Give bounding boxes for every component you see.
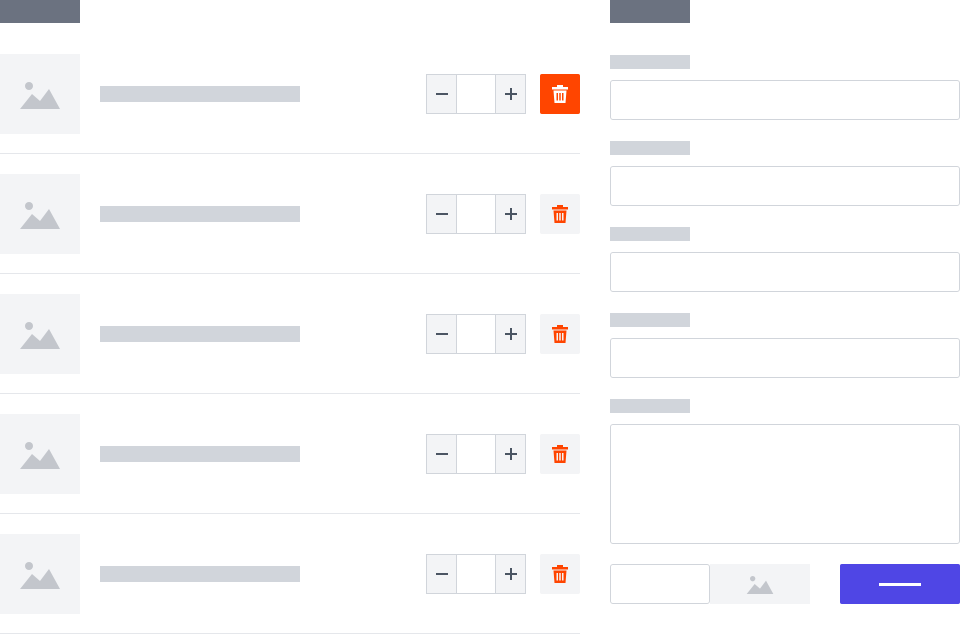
minus-icon bbox=[435, 333, 448, 335]
product-thumbnail bbox=[0, 174, 80, 254]
cart-item-list bbox=[0, 34, 580, 634]
form-text-field[interactable] bbox=[610, 166, 960, 206]
quantity-input[interactable] bbox=[457, 555, 495, 593]
trash-icon bbox=[552, 565, 568, 583]
product-name-placeholder bbox=[100, 326, 300, 342]
decrease-quantity-button[interactable] bbox=[427, 75, 457, 113]
minus-icon bbox=[435, 453, 448, 455]
decrease-quantity-button[interactable] bbox=[427, 555, 457, 593]
field-label-placeholder bbox=[610, 399, 690, 413]
field-label-placeholder bbox=[610, 55, 690, 69]
trash-icon bbox=[552, 85, 568, 103]
quantity-stepper bbox=[426, 194, 526, 234]
delete-item-button[interactable] bbox=[540, 314, 580, 354]
minus-icon bbox=[435, 213, 448, 215]
trash-icon bbox=[552, 205, 568, 223]
cart-item bbox=[0, 34, 580, 154]
product-name-placeholder bbox=[100, 446, 300, 462]
product-thumbnail bbox=[0, 54, 80, 134]
product-thumbnail bbox=[0, 534, 80, 614]
quantity-stepper bbox=[426, 554, 526, 594]
submit-label-placeholder bbox=[879, 582, 921, 586]
cart-item bbox=[0, 514, 580, 634]
delete-item-button[interactable] bbox=[540, 434, 580, 474]
form-section-header bbox=[610, 0, 690, 23]
message-textarea[interactable] bbox=[610, 424, 960, 544]
decrease-quantity-button[interactable] bbox=[427, 435, 457, 473]
plus-icon bbox=[504, 88, 517, 100]
field-label-placeholder bbox=[610, 227, 690, 241]
increase-quantity-button[interactable] bbox=[495, 555, 525, 593]
captcha-code-input[interactable] bbox=[610, 564, 710, 604]
plus-icon bbox=[504, 328, 517, 340]
cart-item bbox=[0, 394, 580, 514]
decrease-quantity-button[interactable] bbox=[427, 195, 457, 233]
image-placeholder-icon bbox=[20, 82, 60, 109]
image-placeholder-icon bbox=[20, 562, 60, 589]
field-label-placeholder bbox=[610, 141, 690, 155]
form-text-field[interactable] bbox=[610, 252, 960, 292]
product-thumbnail bbox=[0, 414, 80, 494]
product-name-placeholder bbox=[100, 206, 300, 222]
increase-quantity-button[interactable] bbox=[495, 315, 525, 353]
decrease-quantity-button[interactable] bbox=[427, 315, 457, 353]
delete-item-button[interactable] bbox=[540, 554, 580, 594]
captcha-image bbox=[710, 564, 810, 604]
quantity-input[interactable] bbox=[457, 435, 495, 473]
plus-icon bbox=[504, 568, 517, 580]
plus-icon bbox=[504, 208, 517, 220]
increase-quantity-button[interactable] bbox=[495, 195, 525, 233]
image-placeholder-icon bbox=[20, 322, 60, 349]
cart-section-header bbox=[0, 0, 80, 23]
form-text-field[interactable] bbox=[610, 338, 960, 378]
field-label-placeholder bbox=[610, 313, 690, 327]
image-placeholder-icon bbox=[20, 202, 60, 229]
cart-item bbox=[0, 274, 580, 394]
plus-icon bbox=[504, 448, 517, 460]
quantity-stepper bbox=[426, 434, 526, 474]
increase-quantity-button[interactable] bbox=[495, 435, 525, 473]
trash-icon bbox=[552, 445, 568, 463]
delete-item-button[interactable] bbox=[540, 194, 580, 234]
product-name-placeholder bbox=[100, 566, 300, 582]
quantity-input[interactable] bbox=[457, 75, 495, 113]
image-placeholder-icon bbox=[746, 576, 774, 594]
image-placeholder-icon bbox=[20, 442, 60, 469]
submit-button[interactable] bbox=[840, 564, 960, 604]
minus-icon bbox=[435, 93, 448, 95]
form-text-field[interactable] bbox=[610, 80, 960, 120]
quantity-stepper bbox=[426, 314, 526, 354]
cart-item bbox=[0, 154, 580, 274]
trash-icon bbox=[552, 325, 568, 343]
increase-quantity-button[interactable] bbox=[495, 75, 525, 113]
product-thumbnail bbox=[0, 294, 80, 374]
quantity-input[interactable] bbox=[457, 315, 495, 353]
product-name-placeholder bbox=[100, 86, 300, 102]
delete-item-button[interactable] bbox=[540, 74, 580, 114]
minus-icon bbox=[435, 573, 448, 575]
quantity-stepper bbox=[426, 74, 526, 114]
quantity-input[interactable] bbox=[457, 195, 495, 233]
